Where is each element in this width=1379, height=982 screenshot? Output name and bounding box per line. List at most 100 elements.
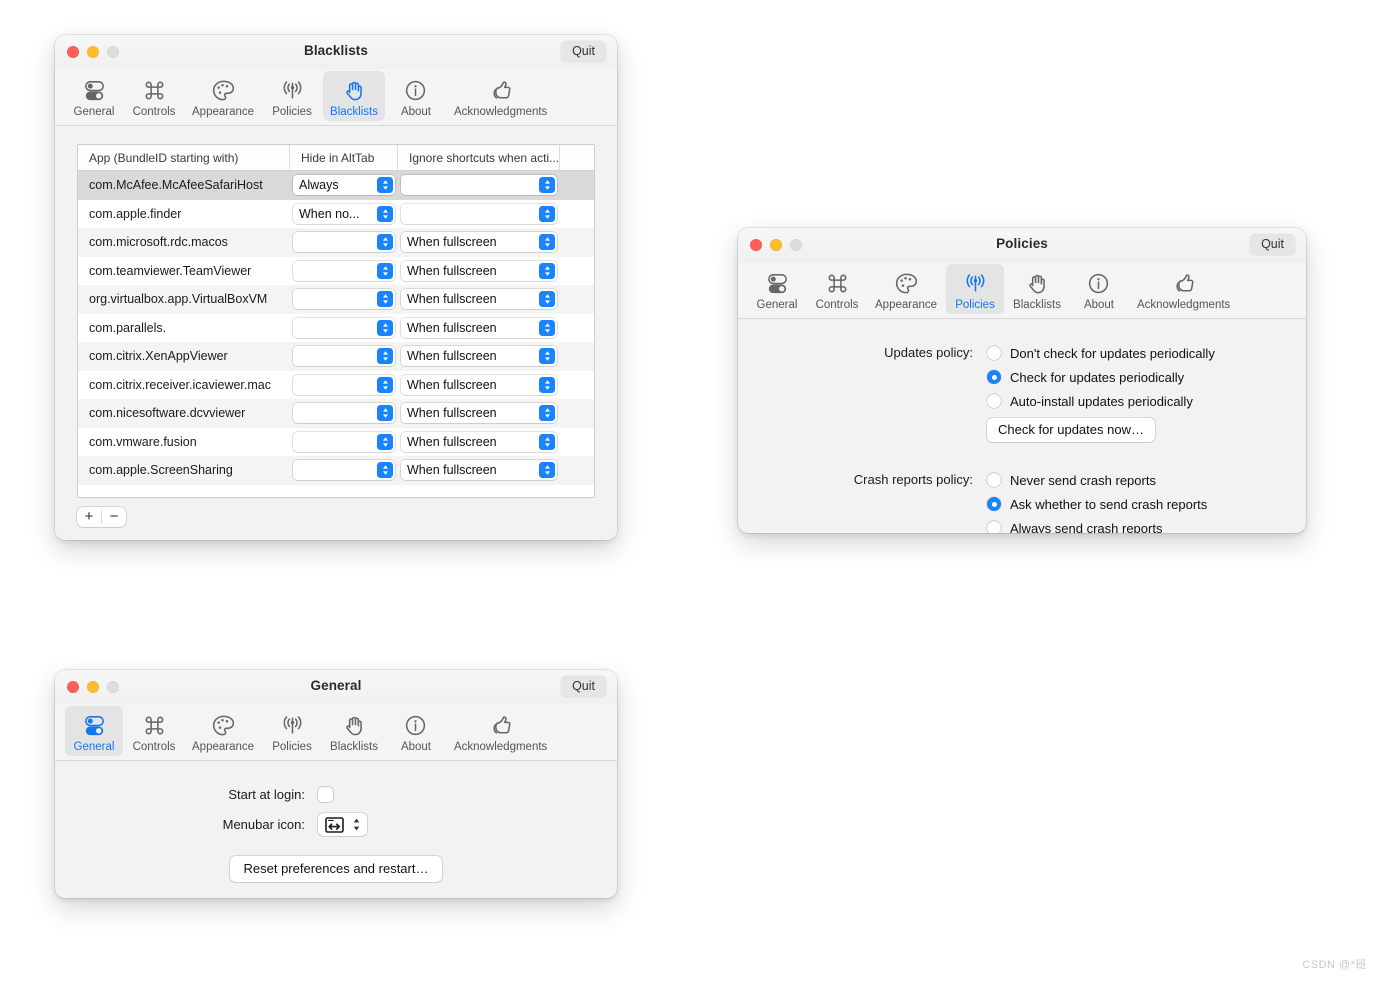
tab-controls[interactable]: Controls bbox=[808, 264, 866, 314]
cell-app-bundle-id[interactable]: com.parallels. bbox=[78, 321, 290, 335]
column-header-app[interactable]: App (BundleID starting with) bbox=[78, 145, 290, 170]
tab-general[interactable]: General bbox=[65, 706, 123, 756]
tab-acknowledgments[interactable]: Acknowledgments bbox=[1130, 264, 1237, 314]
cell-hide-in-alttab-popup[interactable]: Always bbox=[293, 175, 395, 196]
tab-appearance[interactable]: Appearance bbox=[185, 71, 261, 121]
tab-controls[interactable]: Controls bbox=[125, 71, 183, 121]
cell-hide-in-alttab-popup[interactable] bbox=[293, 346, 395, 367]
tab-acknowledgments[interactable]: Acknowledgments bbox=[447, 706, 554, 756]
tab-controls[interactable]: Controls bbox=[125, 706, 183, 756]
general-titlebar: General Quit bbox=[55, 670, 617, 704]
cell-ignore-shortcuts-popup[interactable]: When fullscreen bbox=[401, 232, 557, 253]
add-row-button[interactable]: + bbox=[77, 507, 101, 527]
tab-policies[interactable]: Policies bbox=[263, 71, 321, 121]
cell-ignore-shortcuts-popup[interactable]: When fullscreen bbox=[401, 260, 557, 281]
table-row[interactable]: com.McAfee.McAfeeSafariHost Always bbox=[78, 171, 594, 200]
tab-blacklists[interactable]: Blacklists bbox=[323, 706, 385, 756]
cell-app-bundle-id[interactable]: com.teamviewer.TeamViewer bbox=[78, 264, 290, 278]
table-row[interactable]: com.parallels. When fullscreen bbox=[78, 313, 594, 342]
cell-ignore-shortcuts-popup[interactable]: When fullscreen bbox=[401, 403, 557, 424]
radio-option[interactable]: Check for updates periodically bbox=[987, 365, 1215, 389]
tab-blacklists[interactable]: Blacklists bbox=[323, 71, 385, 121]
cell-ignore-shortcuts-popup[interactable]: When fullscreen bbox=[401, 289, 557, 310]
table-row[interactable]: com.citrix.receiver.icaviewer.mac When fu… bbox=[78, 370, 594, 399]
quit-button[interactable]: Quit bbox=[561, 41, 606, 62]
radio-option[interactable]: Never send crash reports bbox=[987, 468, 1207, 492]
cell-hide-in-alttab-popup[interactable] bbox=[293, 317, 395, 338]
tab-acknowledgments[interactable]: Acknowledgments bbox=[447, 71, 554, 121]
cell-ignore-shortcuts-popup[interactable] bbox=[401, 203, 557, 224]
cell-hide-in-alttab-popup[interactable] bbox=[293, 460, 395, 481]
quit-button[interactable]: Quit bbox=[561, 676, 606, 697]
reset-preferences-button[interactable]: Reset preferences and restart… bbox=[229, 856, 443, 882]
radio-button[interactable] bbox=[987, 497, 1001, 511]
cell-hide-in-alttab-popup[interactable] bbox=[293, 260, 395, 281]
tab-about[interactable]: About bbox=[1070, 264, 1128, 314]
cell-hide-in-alttab-popup[interactable] bbox=[293, 403, 395, 424]
table-row[interactable]: com.apple.ScreenSharing When fullscreen bbox=[78, 456, 594, 485]
table-row[interactable]: com.apple.finder When no... bbox=[78, 199, 594, 228]
radio-button[interactable] bbox=[987, 346, 1001, 360]
table-row[interactable]: com.teamviewer.TeamViewer When fullscreen bbox=[78, 256, 594, 285]
tab-about[interactable]: About bbox=[387, 706, 445, 756]
tab-appearance[interactable]: Appearance bbox=[185, 706, 261, 756]
cell-app-bundle-id[interactable]: com.nicesoftware.dcvviewer bbox=[78, 406, 290, 420]
cell-ignore-shortcuts-popup[interactable]: When fullscreen bbox=[401, 346, 557, 367]
cell-hide-in-alttab-popup[interactable] bbox=[293, 232, 395, 253]
cell-app-bundle-id[interactable]: com.McAfee.McAfeeSafariHost bbox=[78, 178, 290, 192]
cell-app-bundle-id[interactable]: com.apple.finder bbox=[78, 207, 290, 221]
radio-option[interactable]: Don't check for updates periodically bbox=[987, 341, 1215, 365]
tab-policies[interactable]: Policies bbox=[263, 706, 321, 756]
radio-option[interactable]: Auto-install updates periodically bbox=[987, 389, 1215, 413]
radio-option[interactable]: Ask whether to send crash reports bbox=[987, 492, 1207, 516]
general-window: General Quit General Controls Appearance… bbox=[55, 670, 617, 898]
command-key-icon bbox=[141, 710, 168, 740]
menubar-icon-popup-button[interactable] bbox=[318, 813, 367, 836]
column-header-ignore[interactable]: Ignore shortcuts when acti... bbox=[398, 145, 560, 170]
cell-hide-in-alttab-popup[interactable] bbox=[293, 289, 395, 310]
cell-app-bundle-id[interactable]: org.virtualbox.app.VirtualBoxVM bbox=[78, 292, 290, 306]
tab-about[interactable]: About bbox=[387, 71, 445, 121]
cell-ignore-shortcuts-popup[interactable]: When fullscreen bbox=[401, 460, 557, 481]
cell-app-bundle-id[interactable]: com.vmware.fusion bbox=[78, 435, 290, 449]
cell-app-bundle-id[interactable]: com.apple.ScreenSharing bbox=[78, 463, 290, 477]
tab-general[interactable]: General bbox=[748, 264, 806, 314]
table-row[interactable]: com.citrix.XenAppViewer When fullscreen bbox=[78, 342, 594, 371]
cell-ignore-shortcuts-popup[interactable]: When fullscreen bbox=[401, 374, 557, 395]
tab-blacklists[interactable]: Blacklists bbox=[1006, 264, 1068, 314]
table-row[interactable]: org.virtualbox.app.VirtualBoxVM When full… bbox=[78, 285, 594, 314]
cell-app-bundle-id[interactable]: com.citrix.XenAppViewer bbox=[78, 349, 290, 363]
column-header-hide[interactable]: Hide in AltTab bbox=[290, 145, 398, 170]
cell-hide-in-alttab-popup[interactable] bbox=[293, 431, 395, 452]
radio-button[interactable] bbox=[987, 521, 1001, 533]
table-row[interactable]: com.nicesoftware.dcvviewer When fullscree… bbox=[78, 399, 594, 428]
cell-app-bundle-id[interactable]: com.microsoft.rdc.macos bbox=[78, 235, 290, 249]
column-header-spacer bbox=[560, 145, 583, 170]
cell-ignore-shortcuts-popup[interactable]: When fullscreen bbox=[401, 431, 557, 452]
cell-hide-in-alttab-popup[interactable]: When no... bbox=[293, 203, 395, 224]
alttab-window-arrows-icon bbox=[324, 816, 345, 833]
tab-policies[interactable]: Policies bbox=[946, 264, 1005, 314]
raised-hand-icon bbox=[1024, 268, 1051, 298]
chevron-updown-icon bbox=[352, 817, 361, 832]
check-for-updates-now-button[interactable]: Check for updates now… bbox=[987, 418, 1155, 442]
start-at-login-checkbox[interactable] bbox=[318, 787, 333, 802]
toggles-icon bbox=[764, 268, 791, 298]
radio-button[interactable] bbox=[987, 394, 1001, 408]
toolbar: General Controls Appearance Policies Bla… bbox=[55, 69, 617, 126]
cell-ignore-shortcuts-popup[interactable] bbox=[401, 175, 557, 196]
remove-row-button[interactable]: − bbox=[102, 507, 126, 527]
tab-appearance[interactable]: Appearance bbox=[868, 264, 944, 314]
table-row[interactable]: com.microsoft.rdc.macos When fullscreen bbox=[78, 228, 594, 257]
cell-hide-in-alttab-popup[interactable] bbox=[293, 374, 395, 395]
cell-app-bundle-id[interactable]: com.citrix.receiver.icaviewer.mac bbox=[78, 378, 290, 392]
radio-option[interactable]: Always send crash reports bbox=[987, 516, 1207, 533]
cell-ignore-shortcuts-popup[interactable]: When fullscreen bbox=[401, 317, 557, 338]
tab-general[interactable]: General bbox=[65, 71, 123, 121]
radio-button[interactable] bbox=[987, 473, 1001, 487]
table-row[interactable]: com.vmware.fusion When fullscreen bbox=[78, 427, 594, 456]
radio-button[interactable] bbox=[987, 370, 1001, 384]
quit-button[interactable]: Quit bbox=[1250, 234, 1295, 255]
chevron-updown-icon bbox=[377, 262, 393, 279]
